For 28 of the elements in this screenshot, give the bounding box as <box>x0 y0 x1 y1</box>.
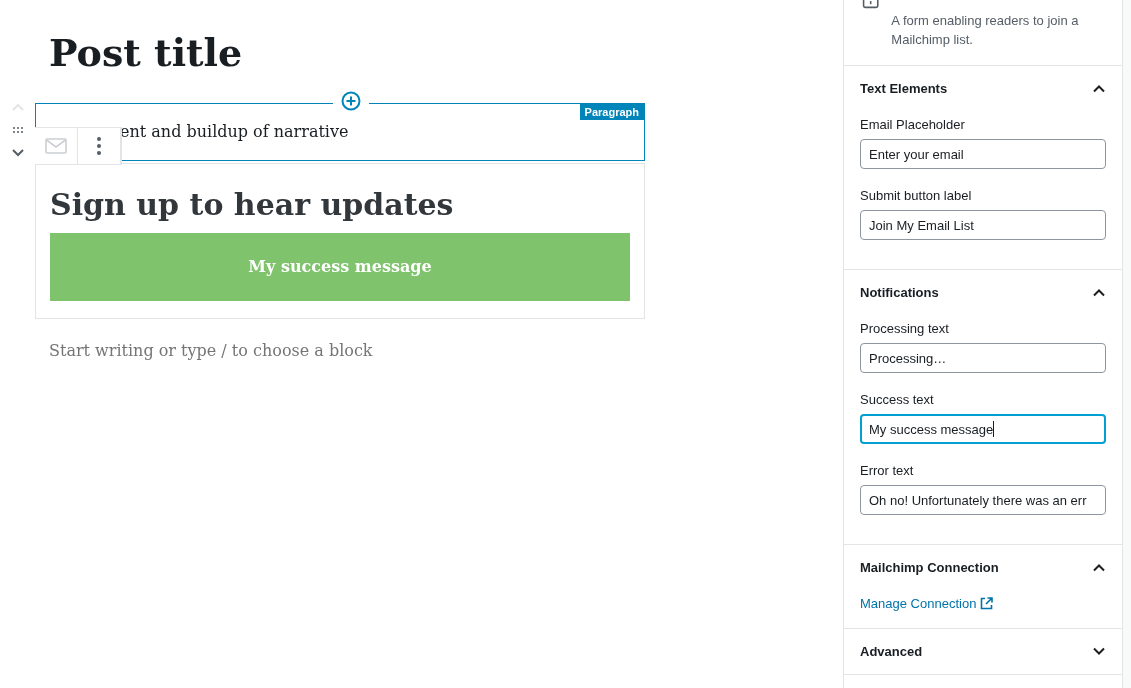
chevron-down-icon[interactable] <box>11 148 25 158</box>
field-label: Success text <box>860 392 935 407</box>
chevron-up-icon <box>1092 563 1106 572</box>
form-heading: Sign up to hear updates <box>50 187 455 221</box>
text-field[interactable]: Processing… <box>860 343 1106 373</box>
text-field[interactable]: Join My Email List <box>860 210 1106 240</box>
envelope-icon <box>45 137 67 154</box>
text-field[interactable]: Enter your email <box>860 139 1106 169</box>
text-field[interactable]: My success message <box>860 414 1106 444</box>
field-label: Error text <box>860 463 915 478</box>
drag-handle-icon[interactable] <box>12 126 24 134</box>
post-title[interactable]: Post title <box>49 30 843 76</box>
chevron-down-icon <box>1092 647 1106 656</box>
block-placeholder[interactable]: Start writing or type / to choose a block <box>49 340 373 360</box>
form-block[interactable]: Sign up to hear updates My success message <box>35 162 645 319</box>
success-message: My success message <box>50 232 630 301</box>
block-icon <box>862 0 880 10</box>
field-label: Submit button label <box>860 188 973 203</box>
manage-connection-link[interactable]: Manage Connection <box>860 596 994 611</box>
field-label: Email Placeholder <box>860 117 966 132</box>
block-type-label: Paragraph <box>579 103 644 120</box>
text-field[interactable]: Oh no! Unfortunately there was an err <box>860 485 1106 515</box>
block-description: A form enabling readers to join a Mailchimp list. <box>891 12 1080 49</box>
external-link-icon <box>980 597 994 610</box>
chevron-up-icon <box>1092 84 1106 93</box>
chevron-up-icon <box>1092 288 1106 297</box>
field-label: Processing text <box>860 321 950 336</box>
more-vertical-icon <box>96 135 102 156</box>
